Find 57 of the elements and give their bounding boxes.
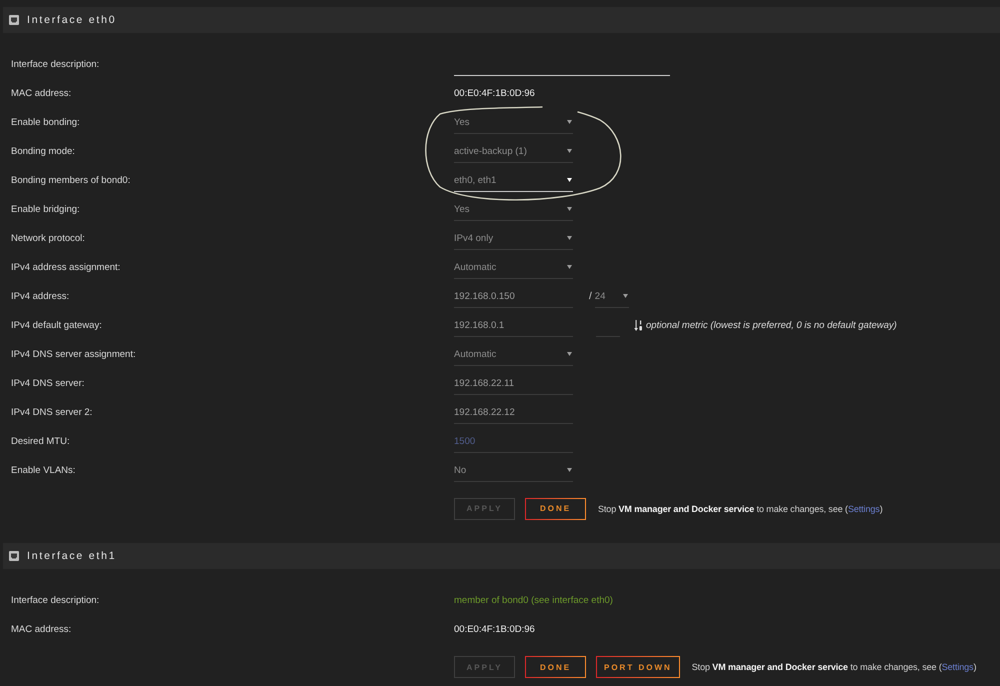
field-label: IPv4 address: bbox=[11, 291, 70, 302]
dropdown[interactable]: Yes bbox=[454, 112, 573, 134]
dropdown[interactable]: IPv4 only bbox=[454, 228, 573, 250]
prefix-dropdown[interactable]: 24 bbox=[594, 286, 629, 308]
action-button[interactable]: PORT DOWN bbox=[596, 656, 680, 678]
caret-icon bbox=[567, 468, 572, 472]
field-label: Bonding mode: bbox=[11, 146, 75, 157]
dropdown[interactable]: active-backup (1) bbox=[454, 140, 573, 162]
settings-link[interactable]: Settings bbox=[848, 504, 880, 514]
caret-icon bbox=[567, 236, 572, 240]
network-port-icon bbox=[9, 550, 19, 560]
text-field[interactable]: 192.168.22.11 bbox=[454, 372, 573, 394]
field-label: Enable bridging: bbox=[11, 204, 80, 215]
field-label: IPv4 default gateway: bbox=[11, 320, 102, 331]
description-text: member of bond0 (see interface eth0) bbox=[454, 594, 613, 606]
settings-link[interactable]: Settings bbox=[942, 662, 974, 672]
dropdown[interactable]: eth0, eth1 bbox=[454, 170, 573, 192]
action-button[interactable]: DONE bbox=[525, 656, 586, 678]
field-label: Enable VLANs: bbox=[11, 465, 76, 476]
caret-icon bbox=[567, 352, 572, 356]
metric-hint: optional metric (lowest is preferred, 0 is no default gateway) bbox=[646, 320, 897, 331]
separator-text: / bbox=[589, 291, 592, 302]
text-field[interactable]: 192.168.0.1 bbox=[454, 314, 573, 336]
dropdown[interactable]: Automatic bbox=[454, 256, 573, 278]
text-field[interactable]: 192.168.0.150 bbox=[454, 286, 573, 308]
mac-address-text: 00:E0:4F:1B:0D:96 bbox=[454, 624, 535, 634]
text-field[interactable]: 192.168.22.12 bbox=[454, 402, 573, 424]
field-label: Interface description: bbox=[11, 594, 100, 606]
field-label: MAC address: bbox=[11, 624, 72, 634]
field-label: IPv4 DNS server: bbox=[11, 378, 84, 389]
notice-text: Stop VM manager and Docker service to make changes, see (Settings) bbox=[692, 662, 976, 672]
network-port-icon bbox=[9, 15, 19, 25]
caret-icon bbox=[567, 178, 572, 182]
dropdown[interactable]: Yes bbox=[454, 198, 573, 220]
caret-icon bbox=[567, 149, 572, 153]
dropdown[interactable]: No bbox=[454, 460, 573, 482]
field-label: Desired MTU: bbox=[11, 436, 70, 447]
caret-icon bbox=[622, 294, 628, 298]
field-label: Network protocol: bbox=[11, 233, 85, 244]
caret-icon bbox=[567, 207, 572, 211]
field-label: IPv4 address assignment: bbox=[11, 262, 120, 273]
field-label: Bonding members of bond0: bbox=[11, 175, 130, 186]
section-title: Interface eth0 bbox=[27, 14, 116, 26]
caret-icon bbox=[567, 265, 572, 269]
text-field[interactable]: 1500 bbox=[454, 430, 573, 452]
action-button[interactable]: DONE bbox=[525, 498, 586, 520]
field-label: IPv4 DNS server 2: bbox=[11, 407, 92, 418]
caret-icon bbox=[567, 120, 572, 124]
field-label: IPv4 DNS server assignment: bbox=[11, 349, 136, 360]
field-label: Enable bonding: bbox=[11, 117, 80, 128]
field-label: MAC address: bbox=[11, 88, 72, 99]
notice-text: Stop VM manager and Docker service to make changes, see (Settings) bbox=[598, 504, 883, 514]
field-label: Interface description: bbox=[11, 59, 100, 70]
sort-descending-icon bbox=[634, 320, 643, 331]
section-title: Interface eth1 bbox=[27, 550, 116, 562]
mac-address-text: 00:E0:4F:1B:0D:96 bbox=[454, 88, 535, 99]
dropdown[interactable]: Automatic bbox=[454, 344, 573, 366]
